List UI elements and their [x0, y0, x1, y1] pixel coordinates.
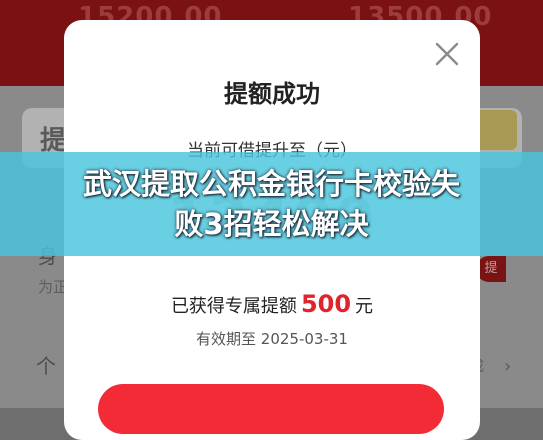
close-icon[interactable] [433, 40, 461, 68]
background-row-label-2: 个 [36, 354, 56, 378]
reward-prefix: 已获得专属提额 [170, 296, 297, 317]
chevron-right-icon: › [504, 356, 512, 377]
banner-title-line-1: 武汉提取公积金银行卡校验失 [82, 167, 460, 201]
background-badge: 提 [476, 256, 506, 282]
validity-date: 有效期至 2025-03-31 [196, 330, 348, 348]
modal-title: 提额成功 [224, 80, 320, 108]
reward-line: 已获得专属提额 500 元 [64, 290, 480, 318]
confirm-button[interactable] [98, 384, 444, 434]
title-banner: 武汉提取公积金银行卡校验失 败3招轻松解决 [0, 152, 543, 256]
banner-title: 武汉提取公积金银行卡校验失 败3招轻松解决 [0, 164, 543, 244]
reward-amount: 500 [300, 290, 352, 318]
banner-title-line-2: 败3招轻松解决 [174, 207, 369, 241]
reward-unit: 元 [355, 296, 374, 317]
